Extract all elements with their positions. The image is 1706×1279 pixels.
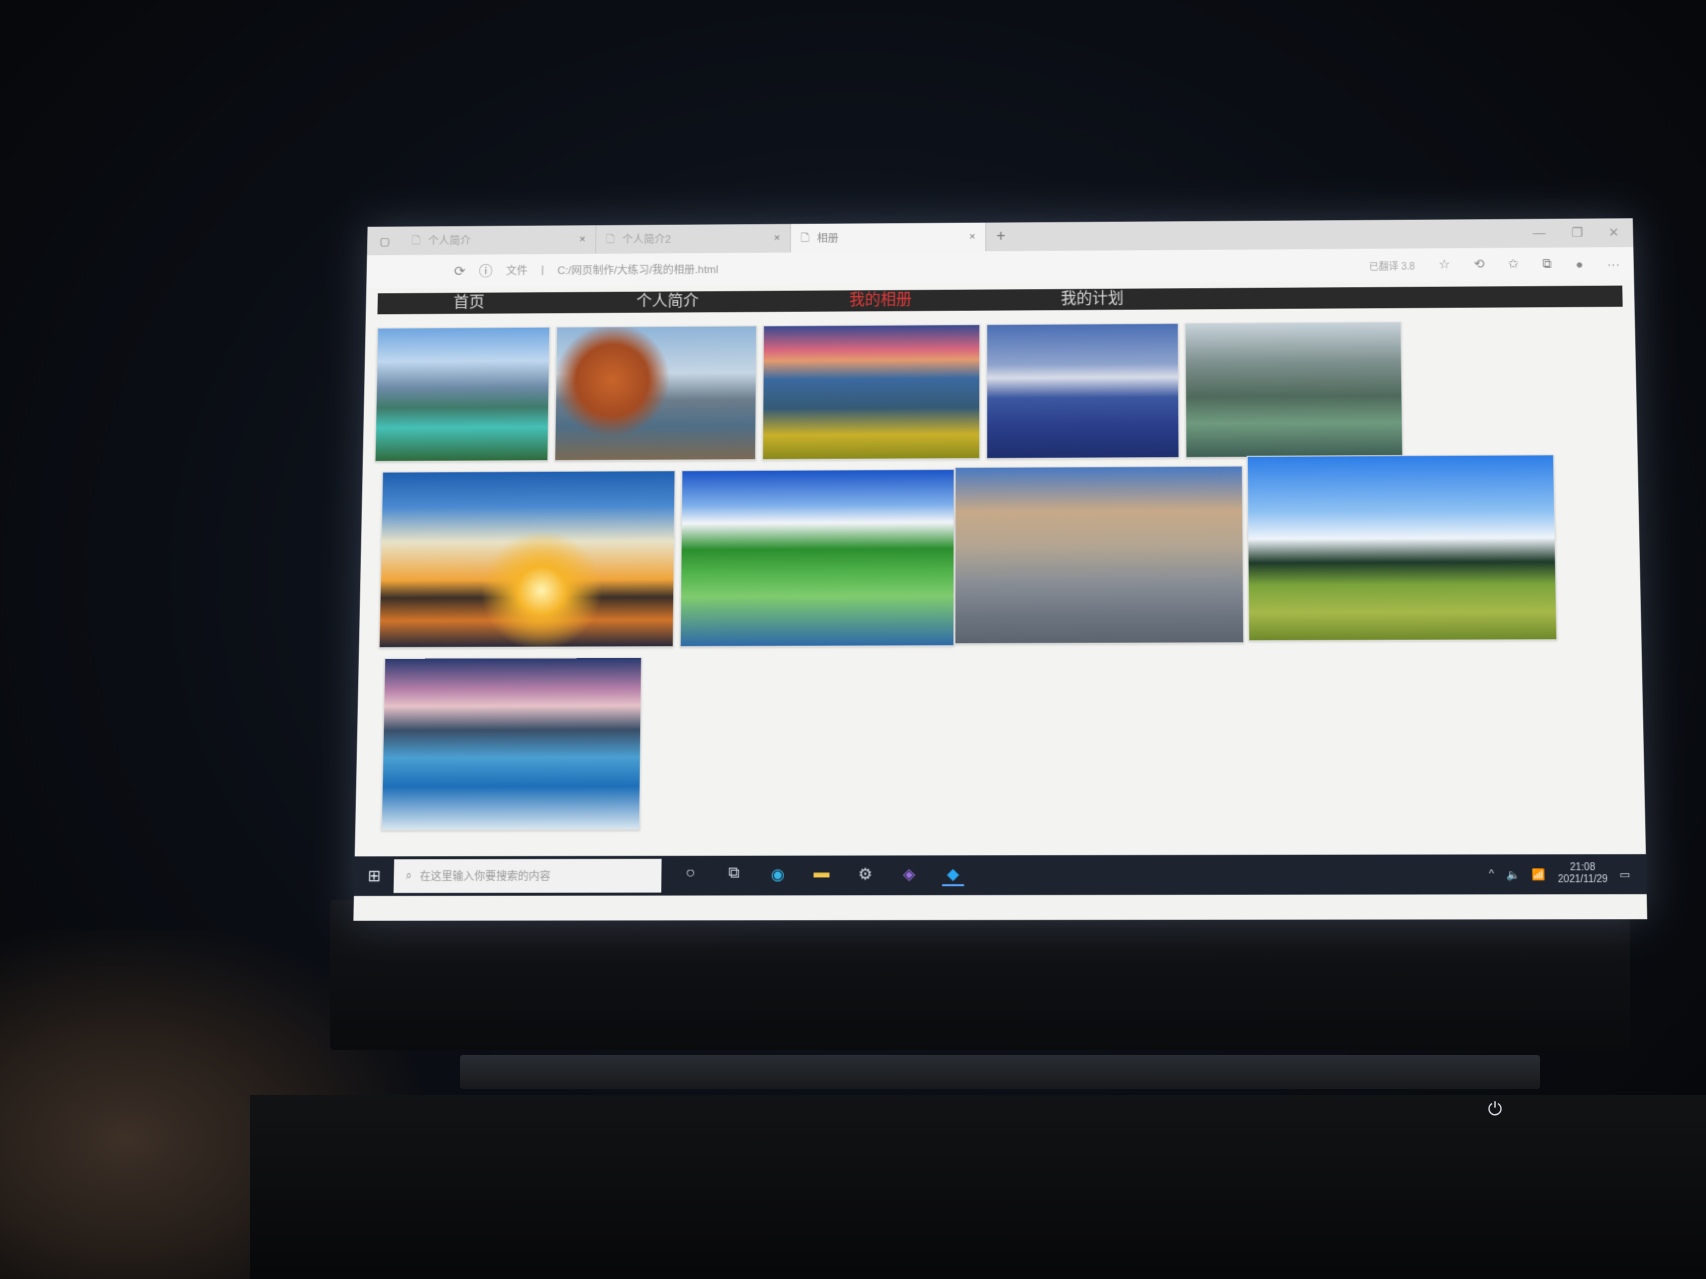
nav-home[interactable]: 首页 (453, 293, 484, 314)
favorite-add-icon[interactable]: ☆ (1438, 257, 1450, 272)
windows-taskbar: ⊞ ⌕ 在这里输入你要搜索的内容 ○ ⧉ ◉ ▬ ⚙ ◈ ◆ ^ 🔈 📶 21:… (353, 854, 1647, 896)
photo-karst-river-fog[interactable] (1184, 321, 1404, 459)
cortana-icon[interactable]: ○ (679, 865, 701, 887)
taskbar-apps: ○ ⧉ ◉ ▬ ⚙ ◈ ◆ (661, 864, 965, 887)
photo-mountain-sunset-flowers[interactable] (761, 324, 981, 461)
taskbar-search[interactable]: ⌕ 在这里输入你要搜索的内容 (393, 858, 662, 893)
clock-time: 21:08 (1569, 862, 1596, 874)
page-icon: 🗋 (800, 231, 810, 244)
collections-icon[interactable]: ⧉ (1542, 256, 1551, 271)
info-icon[interactable]: ⓘ (479, 261, 493, 280)
clock-date: 2021/11/29 (1557, 874, 1608, 886)
nav-profile[interactable]: 个人简介 (636, 291, 699, 312)
scheme-label: 文件 (506, 265, 528, 278)
settings-icon[interactable]: ⚙ (854, 864, 876, 886)
photo-blue-lake-mist[interactable] (986, 322, 1180, 460)
volume-icon[interactable]: 🔈 (1506, 868, 1520, 881)
photo-green-meadow-sky[interactable] (1246, 454, 1558, 642)
window-controls: — ❐ ✕ (1533, 225, 1634, 241)
windows-start-icon[interactable]: ⊞ (354, 866, 394, 886)
search-placeholder: 在这里输入你要搜索的内容 (419, 870, 551, 884)
network-icon[interactable]: 📶 (1532, 868, 1546, 881)
page-icon: 🗋 (411, 234, 421, 246)
laptop-screen: ▢ 🗋 个人简介 × 🗋 个人简介2 × 🗋 相册 × + — ❐ ✕ ⟳ ⓘ … (353, 218, 1648, 921)
close-icon[interactable]: × (579, 234, 585, 245)
restore-icon[interactable]: ❐ (1571, 225, 1583, 240)
favorites-icon[interactable]: ✩ (1508, 256, 1519, 271)
refresh-icon[interactable]: ⟳ (454, 263, 466, 279)
visual-studio-icon[interactable]: ◈ (898, 864, 920, 886)
minimize-icon[interactable]: — (1533, 226, 1546, 241)
task-view-icon[interactable]: ⧉ (723, 865, 745, 887)
photo-lake-clouds[interactable] (374, 326, 551, 463)
laptop-bezel (330, 900, 1630, 1050)
extensions-icon[interactable]: ⟲ (1474, 257, 1485, 272)
close-window-icon[interactable]: ✕ (1608, 225, 1619, 240)
laptop-hinge (460, 1055, 1540, 1089)
tab-title: 相册 (817, 233, 839, 245)
browser-tab-2[interactable]: 🗋 个人简介2 × (596, 223, 792, 254)
nav-plan[interactable]: 我的计划 (1061, 289, 1124, 310)
laptop-keyboard (250, 1095, 1706, 1279)
translate-status[interactable]: 已翻译 3.8 (1369, 258, 1415, 272)
page-icon: 🗋 (605, 233, 615, 245)
tab-actions-icon[interactable]: ▢ (367, 235, 402, 248)
system-tray: ^ 🔈 📶 21:08 2021/11/29 ▭ (1489, 862, 1647, 886)
file-explorer-icon[interactable]: ▬ (811, 865, 833, 887)
browser-tab-1[interactable]: 🗋 个人简介 × (401, 225, 597, 256)
photo-waterfall-long-exposure[interactable] (380, 657, 643, 831)
photo-green-lake-village[interactable] (679, 468, 955, 648)
notifications-icon[interactable]: ▭ (1620, 868, 1631, 881)
clock[interactable]: 21:08 2021/11/29 (1558, 862, 1608, 886)
nav-album[interactable]: 我的相册 (849, 290, 912, 311)
close-icon[interactable]: × (969, 231, 975, 242)
browser-toolbar: 已翻译 3.8 ☆ ⟲ ✩ ⧉ ● ··· (1369, 256, 1634, 273)
separator: | (541, 264, 545, 277)
more-icon[interactable]: ··· (1607, 256, 1620, 270)
site-nav: 首页 个人简介 我的相册 我的计划 (377, 285, 1623, 315)
url-field[interactable]: C:/网页制作/大练习/我的相册.html (557, 262, 718, 278)
browser-tab-3[interactable]: 🗋 相册 × (790, 222, 987, 253)
photo-aerial-river-valley[interactable] (954, 465, 1245, 645)
photo-autumn-tree-lake[interactable] (554, 325, 758, 462)
tab-title: 个人简介 (428, 235, 471, 248)
profile-icon[interactable]: ● (1575, 257, 1583, 271)
photo-sunset-sea[interactable] (378, 470, 676, 649)
power-icon[interactable]: ⏻ (1484, 1098, 1506, 1120)
close-icon[interactable]: × (774, 233, 780, 244)
search-icon: ⌕ (405, 869, 412, 882)
tab-title: 个人简介2 (622, 234, 672, 247)
page-content: 首页 个人简介 我的相册 我的计划 (354, 279, 1646, 856)
new-tab-button[interactable]: + (986, 228, 1015, 245)
edge-icon[interactable]: ◉ (767, 865, 789, 887)
tray-expand-icon[interactable]: ^ (1489, 868, 1494, 880)
vscode-icon[interactable]: ◆ (942, 864, 965, 887)
